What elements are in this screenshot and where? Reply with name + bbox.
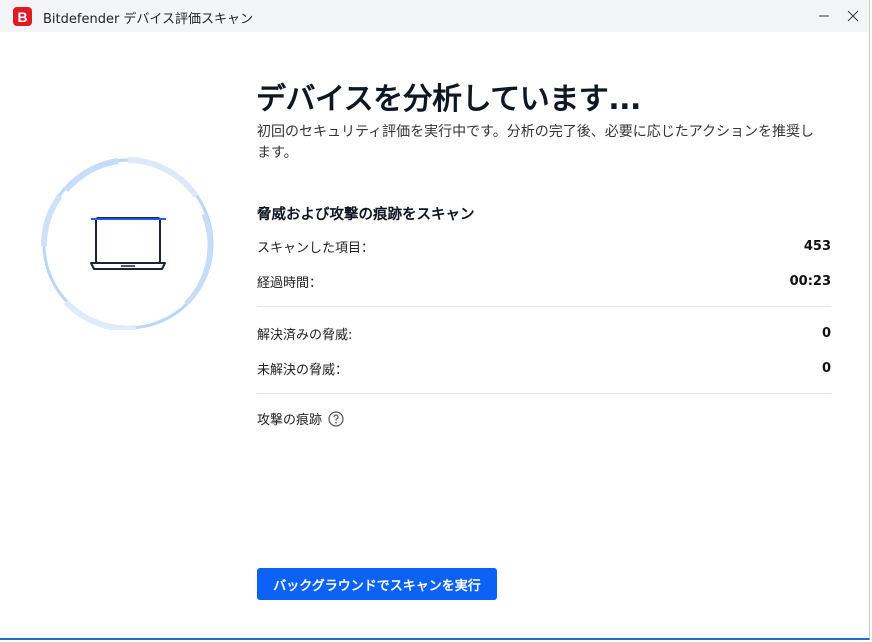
title-bar: B Bitdefender デバイス評価スキャン [0,0,869,32]
stat-row-elapsed-time: 経過時間： 00:23 [257,271,831,291]
stat-row-unresolved-threats: 未解決の脅威： 0 [257,358,831,378]
app-window: B Bitdefender デバイス評価スキャン デバイスを分析しています...… [0,0,870,640]
scanning-laptop-icon [40,157,214,330]
run-in-background-button[interactable]: バックグラウンドでスキャンを実行 [257,568,497,600]
stat-label: 未解決の脅威： [257,362,349,378]
divider [257,306,831,307]
minimize-icon [819,15,829,17]
stat-value: 0 [821,325,831,341]
stat-label: 解決済みの脅威: [257,327,353,343]
close-icon [847,10,859,22]
attack-traces-label: 攻撃の痕跡 [257,413,323,428]
minimize-button[interactable] [809,2,839,30]
stat-row-items-scanned: スキャンした項目： 453 [257,236,831,256]
stat-row-resolved-threats: 解決済みの脅威: 0 [257,323,831,343]
window-title: Bitdefender デバイス評価スキャン [43,12,254,27]
stat-value: 0 [821,360,831,376]
help-icon[interactable] [328,410,344,427]
stat-label: スキャンした項目： [257,240,375,256]
close-button[interactable] [838,2,868,30]
stat-value: 453 [803,238,831,254]
stat-value: 00:23 [789,273,831,289]
stat-label: 経過時間： [257,275,323,291]
scan-description: 初回のセキュリティ評価を実行中です。分析の完了後、必要に応じたアクションを推奨し… [257,124,815,161]
attack-traces: 攻撃の痕跡 [257,409,344,428]
divider [257,393,831,394]
page-title: デバイスを分析しています... [256,82,641,117]
section-title: 脅威および攻撃の痕跡をスキャン [257,207,475,223]
bitdefender-logo-icon: B [13,7,32,26]
